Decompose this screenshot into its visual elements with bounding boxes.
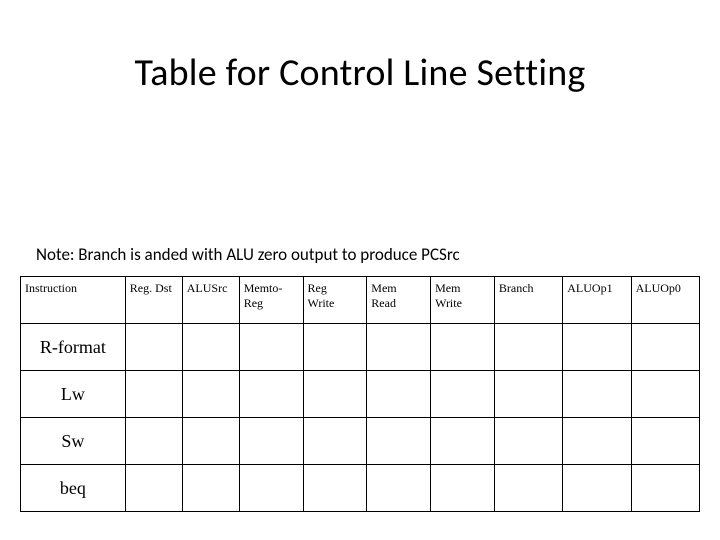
row-label: Lw xyxy=(21,371,126,418)
th-branch: Branch xyxy=(494,277,562,324)
table-row: Lw xyxy=(21,371,700,418)
table-cell xyxy=(494,465,562,512)
page-title: Table for Control Line Setting xyxy=(0,50,720,96)
table-cell xyxy=(494,371,562,418)
table-cell xyxy=(431,371,495,418)
th-regwrite: RegWrite xyxy=(303,277,367,324)
table-cell xyxy=(563,418,631,465)
table-cell xyxy=(125,324,182,371)
table-header-row: Instruction Reg. Dst ALUSrc Memto-Reg Re… xyxy=(21,277,700,324)
th-memread: MemRead xyxy=(367,277,431,324)
table-row: R-format xyxy=(21,324,700,371)
table-cell xyxy=(631,324,699,371)
slide: Table for Control Line Setting Note: Bra… xyxy=(0,0,720,540)
th-instruction: Instruction xyxy=(21,277,126,324)
table-cell xyxy=(631,371,699,418)
th-memwrite: MemWrite xyxy=(431,277,495,324)
table-cell xyxy=(367,371,431,418)
table-cell xyxy=(182,371,239,418)
table-cell xyxy=(431,465,495,512)
table-body: R-format Lw xyxy=(21,324,700,512)
table-row: Sw xyxy=(21,418,700,465)
table-cell xyxy=(125,465,182,512)
table-cell xyxy=(303,371,367,418)
table-cell xyxy=(239,418,303,465)
row-label: R-format xyxy=(21,324,126,371)
table-cell xyxy=(494,324,562,371)
table-cell xyxy=(239,465,303,512)
table-cell xyxy=(563,465,631,512)
table-cell xyxy=(303,324,367,371)
table-cell xyxy=(239,371,303,418)
table-cell xyxy=(431,324,495,371)
th-memtoreg: Memto-Reg xyxy=(239,277,303,324)
th-regdst: Reg. Dst xyxy=(125,277,182,324)
table-cell xyxy=(303,465,367,512)
table-row: beq xyxy=(21,465,700,512)
table-cell xyxy=(563,324,631,371)
control-table: Instruction Reg. Dst ALUSrc Memto-Reg Re… xyxy=(20,276,700,512)
row-label: beq xyxy=(21,465,126,512)
table-cell xyxy=(182,418,239,465)
table-cell xyxy=(182,324,239,371)
table-cell xyxy=(367,418,431,465)
table-cell xyxy=(367,465,431,512)
th-alusrc: ALUSrc xyxy=(182,277,239,324)
table-cell xyxy=(631,465,699,512)
table-cell xyxy=(431,418,495,465)
table-cell xyxy=(494,418,562,465)
note-text: Note: Branch is anded with ALU zero outp… xyxy=(36,244,460,265)
table-cell xyxy=(125,418,182,465)
table-cell xyxy=(239,324,303,371)
row-label: Sw xyxy=(21,418,126,465)
table-cell xyxy=(631,418,699,465)
table-cell xyxy=(563,371,631,418)
table-cell xyxy=(125,371,182,418)
th-aluop1: ALUOp1 xyxy=(563,277,631,324)
table-cell xyxy=(303,418,367,465)
table-cell xyxy=(367,324,431,371)
table-cell xyxy=(182,465,239,512)
th-aluop0: ALUOp0 xyxy=(631,277,699,324)
